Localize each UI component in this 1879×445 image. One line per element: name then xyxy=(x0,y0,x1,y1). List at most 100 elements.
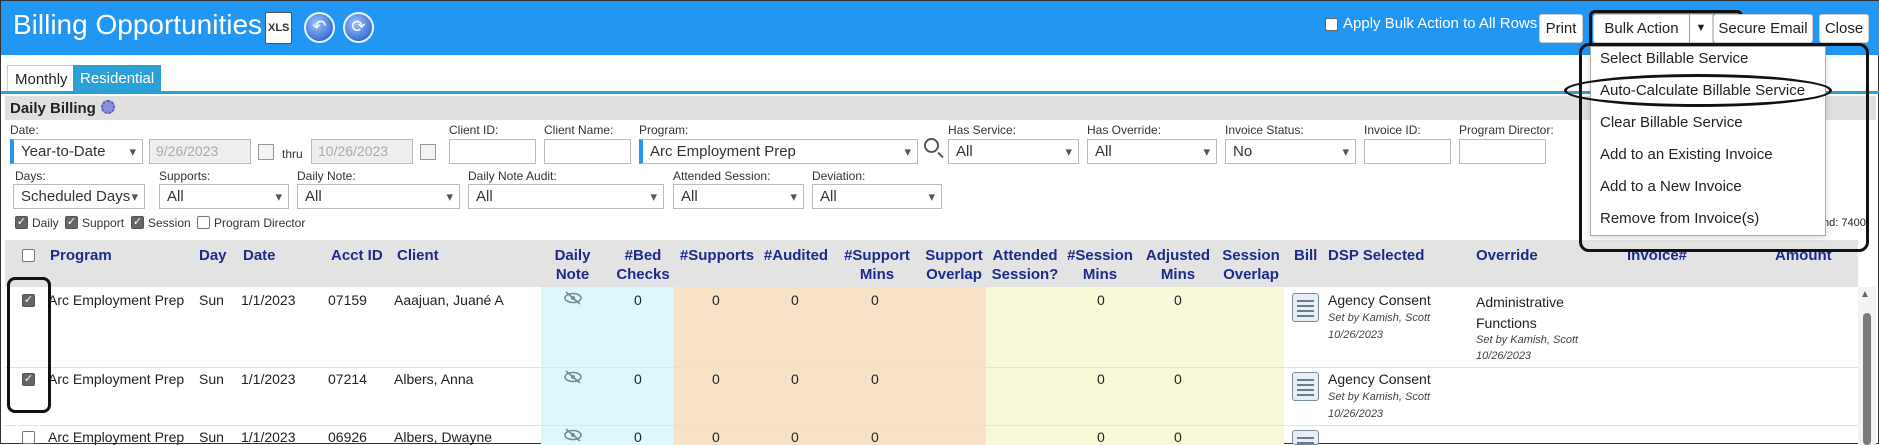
row-2-dsp-date: 10/26/2023 xyxy=(1328,408,1384,420)
row-3-session-mins: 0 xyxy=(1097,429,1105,445)
col-support-overlap-line1: Support xyxy=(925,247,983,264)
row-2-client[interactable]: Albers, Anna xyxy=(394,371,473,387)
has-service-select[interactable]: All xyxy=(948,139,1079,164)
client-name-label: Client Name: xyxy=(544,123,614,137)
daily-note-label: Daily Note: xyxy=(297,169,356,183)
col-supports[interactable]: #Supports xyxy=(677,246,757,265)
row-2-date: 1/1/2023 xyxy=(241,371,296,387)
col-bed-checks[interactable]: #Bed Checks xyxy=(613,246,673,284)
refresh-icon[interactable]: ⟳ xyxy=(343,12,374,43)
session-checkbox[interactable]: ✓ xyxy=(131,216,144,229)
row-3-billing-service-icon[interactable] xyxy=(1292,430,1319,445)
row-3-checkbox[interactable] xyxy=(22,431,35,444)
tab-residential[interactable]: Residential xyxy=(73,65,162,92)
apply-bulk-all-label: Apply Bulk Action to All Rows xyxy=(1343,15,1538,32)
daily-note-audit-select[interactable]: All xyxy=(468,184,664,209)
row-1-billing-service-icon[interactable] xyxy=(1292,293,1319,322)
session-checkbox-label: Session xyxy=(148,216,191,230)
row-2-dsp: Agency Consent xyxy=(1328,371,1431,387)
row-1-audited: 0 xyxy=(791,292,799,308)
row-3-bed-checks: 0 xyxy=(634,429,642,445)
col-support-mins-line1: #Support xyxy=(844,247,910,264)
daily-checkbox[interactable]: ✓ xyxy=(15,216,28,229)
col-session-overlap[interactable]: Session Overlap xyxy=(1219,246,1283,284)
date-to-input[interactable]: 10/26/2023 xyxy=(311,139,413,164)
col-day[interactable]: Day xyxy=(199,246,227,265)
daily-checkbox-label: Daily xyxy=(32,216,59,230)
program-director-label: Program Director: xyxy=(1459,123,1554,137)
scroll-up-arrow[interactable]: ▲ xyxy=(1860,289,1870,300)
invoice-id-input[interactable] xyxy=(1364,139,1451,164)
col-adjusted-mins[interactable]: Adjusted Mins xyxy=(1141,246,1215,284)
client-name-input[interactable] xyxy=(544,139,631,164)
daily-note-column-bg xyxy=(541,287,674,445)
days-select[interactable]: Scheduled Days xyxy=(13,184,145,209)
client-id-input[interactable] xyxy=(449,139,536,164)
col-daily-note-line2: Note xyxy=(555,266,590,283)
program-director-checkbox-label: Program Director xyxy=(214,216,306,230)
col-support-mins[interactable]: #Support Mins xyxy=(839,246,915,284)
attended-session-select[interactable]: All xyxy=(673,184,804,209)
col-program[interactable]: Program xyxy=(50,246,112,265)
secure-email-button[interactable]: Secure Email xyxy=(1713,14,1813,43)
search-icon[interactable] xyxy=(924,138,939,153)
col-dsp-selected[interactable]: DSP Selected xyxy=(1328,246,1424,265)
row-1-dsp-date: 10/26/2023 xyxy=(1328,329,1384,341)
select-all-checkbox[interactable] xyxy=(22,249,35,262)
col-session-mins[interactable]: #Session Mins xyxy=(1065,246,1135,284)
excel-export-icon[interactable]: XLS xyxy=(265,12,292,44)
row-2-billing-service-icon[interactable] xyxy=(1292,372,1319,401)
row-1-override-set-by: Set by Kamish, Scott xyxy=(1476,334,1579,346)
row-1-bed-checks: 0 xyxy=(634,292,642,308)
col-session-mins-line2: Mins xyxy=(1082,266,1118,283)
col-date[interactable]: Date xyxy=(243,246,276,265)
col-client[interactable]: Client xyxy=(397,246,439,265)
col-acct-id[interactable]: Acct ID xyxy=(331,246,383,265)
row-1-supports: 0 xyxy=(712,292,720,308)
program-label: Program: xyxy=(639,123,689,137)
print-button[interactable]: Print xyxy=(1539,14,1583,43)
invoice-status-select[interactable]: No xyxy=(1225,139,1356,164)
program-director-checkbox[interactable] xyxy=(197,216,210,229)
program-director-input[interactable] xyxy=(1459,139,1546,164)
close-button[interactable]: Close xyxy=(1819,14,1869,43)
row-3-note-hidden-icon[interactable] xyxy=(563,428,583,442)
scroll-thumb[interactable] xyxy=(1863,313,1871,445)
daily-note-select[interactable]: All xyxy=(297,184,460,209)
col-attended-session[interactable]: Attended Session? xyxy=(989,246,1061,284)
apply-bulk-all-checkbox[interactable] xyxy=(1325,18,1338,31)
date-from-input[interactable]: 9/26/2023 xyxy=(149,139,251,164)
calendar-to-icon[interactable] xyxy=(420,144,436,160)
row-2-note-hidden-icon[interactable] xyxy=(563,370,583,384)
date-range-select[interactable]: Year-to-Date xyxy=(10,139,143,164)
undo-icon[interactable]: ↶ xyxy=(304,12,335,43)
row-2-dsp-set-by: Set by Kamish, Scott xyxy=(1328,391,1431,403)
gear-icon[interactable] xyxy=(101,100,115,114)
deviation-select[interactable]: All xyxy=(812,184,942,209)
row-2-adjusted-mins: 0 xyxy=(1174,371,1182,387)
col-attended-line2: Session? xyxy=(991,266,1059,283)
row-1-note-hidden-icon[interactable] xyxy=(563,291,583,305)
supports-select[interactable]: All xyxy=(159,184,289,209)
page-title: Billing Opportunities xyxy=(13,9,263,40)
row-3-client[interactable]: Albers, Dwayne xyxy=(394,429,492,445)
col-audited[interactable]: #Audited xyxy=(761,246,831,265)
has-override-select[interactable]: All xyxy=(1087,139,1217,164)
date-filter-label: Date: xyxy=(10,123,39,137)
row-2-supports: 0 xyxy=(712,371,720,387)
supports-label: Supports: xyxy=(159,169,211,183)
program-select[interactable]: Arc Employment Prep xyxy=(639,139,918,164)
tab-monthly[interactable]: Monthly xyxy=(7,65,76,92)
session-columns-bg xyxy=(986,287,1284,445)
calendar-from-icon[interactable] xyxy=(258,144,274,160)
row-1-client[interactable]: Aaajuan, Juané A xyxy=(394,292,504,308)
col-bill[interactable]: Bill xyxy=(1294,246,1317,265)
row-3-day: Sun xyxy=(199,429,224,445)
col-override[interactable]: Override xyxy=(1476,246,1538,265)
row-1-adjusted-mins: 0 xyxy=(1174,292,1182,308)
col-support-overlap[interactable]: Support Overlap xyxy=(919,246,989,284)
col-attended-line1: Attended xyxy=(992,247,1058,264)
support-checkbox[interactable]: ✓ xyxy=(65,216,78,229)
col-daily-note[interactable]: Daily Note xyxy=(545,246,600,284)
selected-rows-highlight xyxy=(7,277,51,413)
